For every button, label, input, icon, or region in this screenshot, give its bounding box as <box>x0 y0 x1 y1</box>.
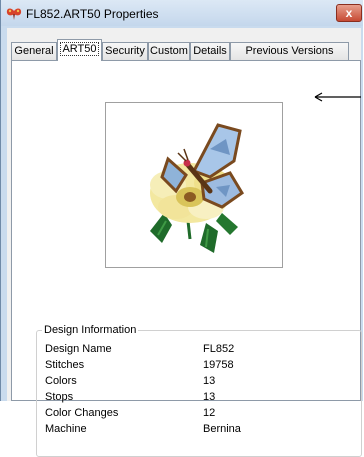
tab-details[interactable]: Details <box>190 42 230 60</box>
info-label: Machine <box>45 423 87 435</box>
callout-arrow-icon <box>314 92 361 102</box>
tab-art50[interactable]: ART50 <box>57 39 102 61</box>
info-label: Color Changes <box>45 407 119 419</box>
dialog-client-area: General ART50 Security Custom Details Pr… <box>7 28 362 457</box>
tab-label: Custom <box>150 45 188 57</box>
design-preview-image <box>105 102 283 268</box>
tab-label: Details <box>193 45 227 57</box>
info-value: 19758 <box>203 359 234 371</box>
close-button[interactable]: x <box>336 4 362 22</box>
tab-security[interactable]: Security <box>102 42 148 60</box>
properties-window: FL852.ART50 Properties x General ART50 S… <box>0 0 363 457</box>
butterfly-flower-illustration <box>150 123 245 253</box>
info-label: Design Name <box>45 343 112 355</box>
info-value: FL852 <box>203 343 235 355</box>
info-label: Stops <box>45 391 74 403</box>
group-title: Design Information <box>42 324 139 337</box>
design-information-group: Design Information Design Name FL852 Sti… <box>36 324 362 457</box>
info-label: Colors <box>45 375 77 387</box>
tab-custom[interactable]: Custom <box>148 42 190 60</box>
tab-label: ART50 <box>60 42 99 56</box>
info-label: Stitches <box>45 359 85 371</box>
tab-label: Previous Versions <box>245 45 334 57</box>
info-value: 13 <box>203 391 216 403</box>
title-bar[interactable]: FL852.ART50 Properties x <box>1 0 363 26</box>
window-title: FL852.ART50 Properties <box>26 7 159 21</box>
tab-general[interactable]: General <box>11 42 57 60</box>
tab-label: Security <box>105 45 145 57</box>
info-value: 12 <box>203 407 216 419</box>
tab-previous-versions[interactable]: Previous Versions <box>230 42 349 60</box>
info-value: Bernina <box>203 423 241 435</box>
tab-label: General <box>14 45 54 57</box>
app-icon <box>6 8 22 20</box>
info-value: 13 <box>203 375 216 387</box>
art50-tab-panel: Design Information Design Name FL852 Sti… <box>11 60 362 457</box>
